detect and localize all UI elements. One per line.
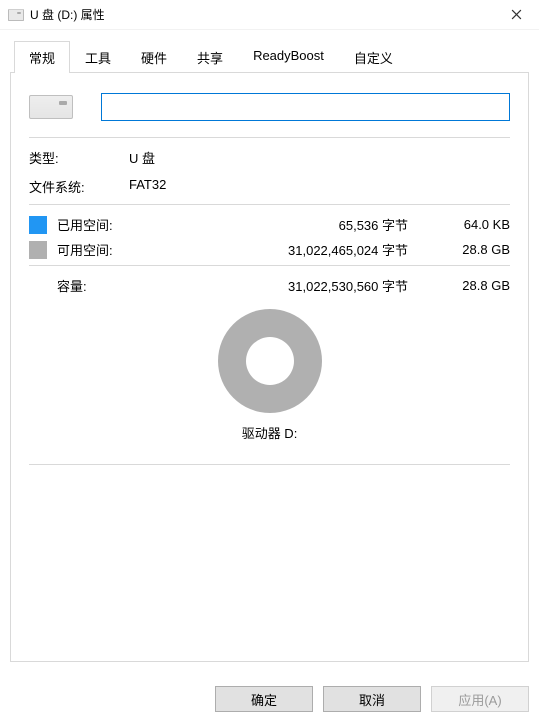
free-swatch: [29, 241, 47, 259]
drive-icon: [8, 9, 24, 21]
filesystem-label: 文件系统:: [29, 177, 129, 196]
tab-strip: 常规 工具 硬件 共享 ReadyBoost 自定义: [14, 40, 529, 72]
free-bytes: 31,022,465,024 字节: [143, 240, 414, 259]
used-bytes: 65,536 字节: [143, 215, 414, 234]
tab-tools[interactable]: 工具: [70, 41, 126, 73]
used-label: 已用空间:: [57, 215, 137, 234]
capacity-bytes: 31,022,530,560 字节: [143, 276, 414, 295]
tab-hardware[interactable]: 硬件: [126, 41, 182, 73]
divider: [29, 464, 510, 465]
tab-sharing[interactable]: 共享: [182, 41, 238, 73]
close-icon: [511, 9, 522, 20]
filesystem-value: FAT32: [129, 177, 510, 196]
window-title: U 盘 (D:) 属性: [30, 6, 105, 23]
apply-button: 应用(A): [431, 686, 529, 712]
tab-readyboost[interactable]: ReadyBoost: [238, 41, 339, 73]
capacity-label: 容量:: [57, 276, 137, 295]
volume-label-input[interactable]: [101, 93, 510, 121]
tab-customize[interactable]: 自定义: [339, 41, 408, 73]
divider: [29, 137, 510, 138]
tab-panel-general: 类型: U 盘 文件系统: FAT32 已用空间: 65,536 字节 64.0…: [10, 72, 529, 662]
capacity-row: 容量: 31,022,530,560 字节 28.8 GB: [29, 276, 510, 295]
tab-general[interactable]: 常规: [14, 41, 70, 73]
used-human: 64.0 KB: [420, 217, 510, 232]
usage-donut-icon: [218, 309, 322, 413]
type-label: 类型:: [29, 148, 129, 167]
type-value: U 盘: [129, 148, 510, 167]
cancel-button[interactable]: 取消: [323, 686, 421, 712]
button-bar: 确定 取消 应用(A): [10, 686, 529, 712]
basic-info: 类型: U 盘 文件系统: FAT32: [29, 148, 510, 196]
divider: [29, 204, 510, 205]
header-row: [29, 93, 510, 121]
ok-button[interactable]: 确定: [215, 686, 313, 712]
usage-chart-area: 驱动器 D:: [29, 309, 510, 442]
close-button[interactable]: [493, 0, 539, 30]
used-space-row: 已用空间: 65,536 字节 64.0 KB: [29, 215, 510, 234]
property-sheet: 常规 工具 硬件 共享 ReadyBoost 自定义 类型: U 盘 文件系统:…: [0, 30, 539, 722]
capacity-human: 28.8 GB: [420, 278, 510, 293]
free-human: 28.8 GB: [420, 242, 510, 257]
titlebar: U 盘 (D:) 属性: [0, 0, 539, 30]
used-swatch: [29, 216, 47, 234]
drive-large-icon: [29, 95, 73, 119]
drive-label: 驱动器 D:: [29, 423, 510, 442]
free-space-row: 可用空间: 31,022,465,024 字节 28.8 GB: [29, 240, 510, 259]
space-usage: 已用空间: 65,536 字节 64.0 KB 可用空间: 31,022,465…: [29, 215, 510, 259]
divider: [29, 265, 510, 266]
free-label: 可用空间:: [57, 240, 137, 259]
